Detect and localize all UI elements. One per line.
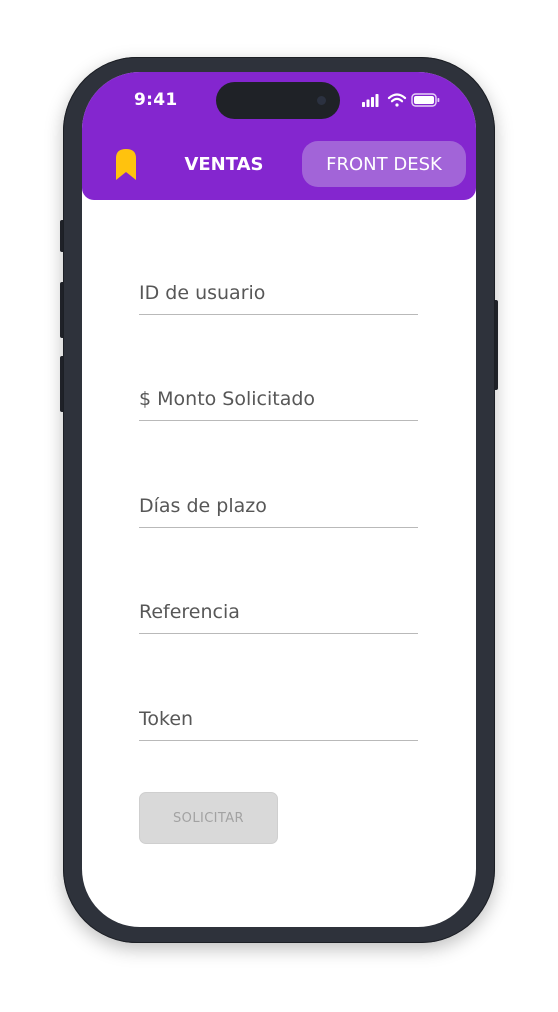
amount-input[interactable]	[139, 388, 418, 410]
amount-field	[139, 368, 418, 421]
term-days-field	[139, 475, 418, 528]
brand-logo	[116, 149, 136, 180]
reference-input[interactable]	[139, 601, 418, 623]
token-field	[139, 688, 418, 741]
submit-button[interactable]: SOLICITAR	[139, 792, 278, 844]
token-input[interactable]	[139, 708, 418, 730]
tab-ventas[interactable]: VENTAS	[176, 142, 272, 186]
app-header: 9:41 VENTAS FRONT DESK	[82, 72, 476, 200]
reference-field	[139, 581, 418, 634]
wifi-icon	[387, 93, 407, 107]
status-icons	[362, 93, 440, 107]
term-days-input[interactable]	[139, 495, 418, 517]
app-screen: 9:41 VENTAS FRONT DESK ID de usuario $ M…	[82, 72, 476, 927]
battery-icon	[411, 93, 440, 107]
signal-icon	[362, 94, 379, 107]
tab-front-desk[interactable]: FRONT DESK	[302, 141, 466, 187]
user-id-input[interactable]	[139, 282, 418, 304]
camera-icon	[317, 96, 326, 105]
dynamic-island	[216, 82, 340, 119]
status-time: 9:41	[134, 90, 178, 110]
user-id-field	[139, 262, 418, 315]
